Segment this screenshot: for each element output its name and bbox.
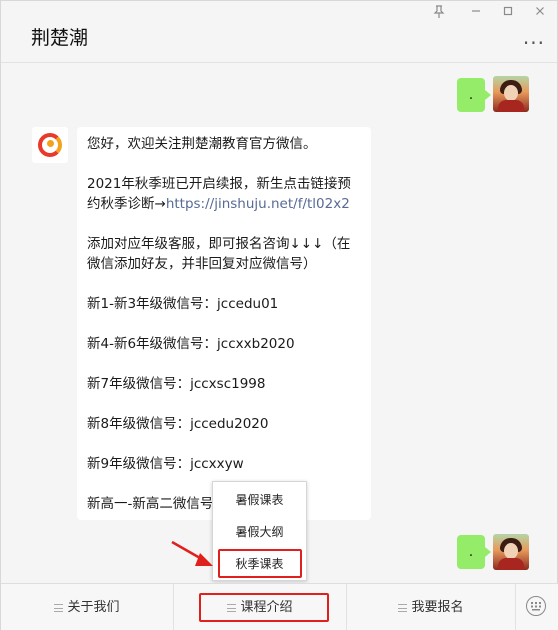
message-line: 添加对应年级客服，即可报名咨询↓↓↓（在微信添加好友，并非回复对应微信号） [87,236,351,272]
more-options-button[interactable]: ··· [523,31,545,55]
message-line: 2021年秋季班已开启续报，新生点击链接预约秋季诊断→https://jinsh… [87,176,351,212]
signup-link[interactable]: https://jinshuju.net/f/tl02x2 [166,196,350,212]
message-line: 您好，欢迎关注荆楚潮教育官方微信。 [87,136,317,152]
menu-divider [515,584,516,630]
submenu-selection-highlight [218,549,302,578]
menu-selection-highlight [199,593,329,622]
message-line: 新4-新6年级微信号：jccxxb2020 [87,336,295,352]
message-line: 新1-新3年级微信号：jccedu01 [87,296,279,312]
minimize-icon[interactable] [464,5,488,21]
title-bar: 荆楚潮 ··· [1,1,557,63]
chat-window: 荆楚潮 ··· . 您好，欢迎关注荆楚潮教育官方微信。 2021年秋季班已开启续… [0,0,558,630]
sent-message-bubble[interactable]: . [457,535,491,569]
message-line: 新7年级微信号：jccxsc1998 [87,376,266,392]
menu-item-register[interactable]: 我要报名 [347,584,515,630]
official-account-avatar[interactable] [32,127,68,163]
keyboard-icon[interactable] [525,595,547,617]
pin-icon[interactable] [427,5,451,21]
submenu-item-summer-schedule[interactable]: 暑假课表 [213,485,306,515]
user-avatar[interactable] [493,76,529,112]
menu-list-icon [54,603,64,612]
message-line: 新9年级微信号：jccxxyw [87,456,244,472]
menu-item-about-us[interactable]: 关于我们 [1,584,173,630]
received-message-bubble[interactable]: 您好，欢迎关注荆楚潮教育官方微信。 2021年秋季班已开启续报，新生点击链接预约… [77,127,371,520]
submenu-item-summer-outline[interactable]: 暑假大纲 [213,517,306,547]
chat-title: 荆楚潮 [31,27,89,49]
annotation-arrow-icon [171,540,213,566]
user-avatar[interactable] [493,534,529,570]
menu-list-icon [398,603,408,612]
maximize-icon[interactable] [496,5,520,21]
message-line: 新8年级微信号：jccedu2020 [87,416,269,432]
close-icon[interactable] [528,5,552,21]
sent-message-bubble[interactable]: . [457,78,491,112]
